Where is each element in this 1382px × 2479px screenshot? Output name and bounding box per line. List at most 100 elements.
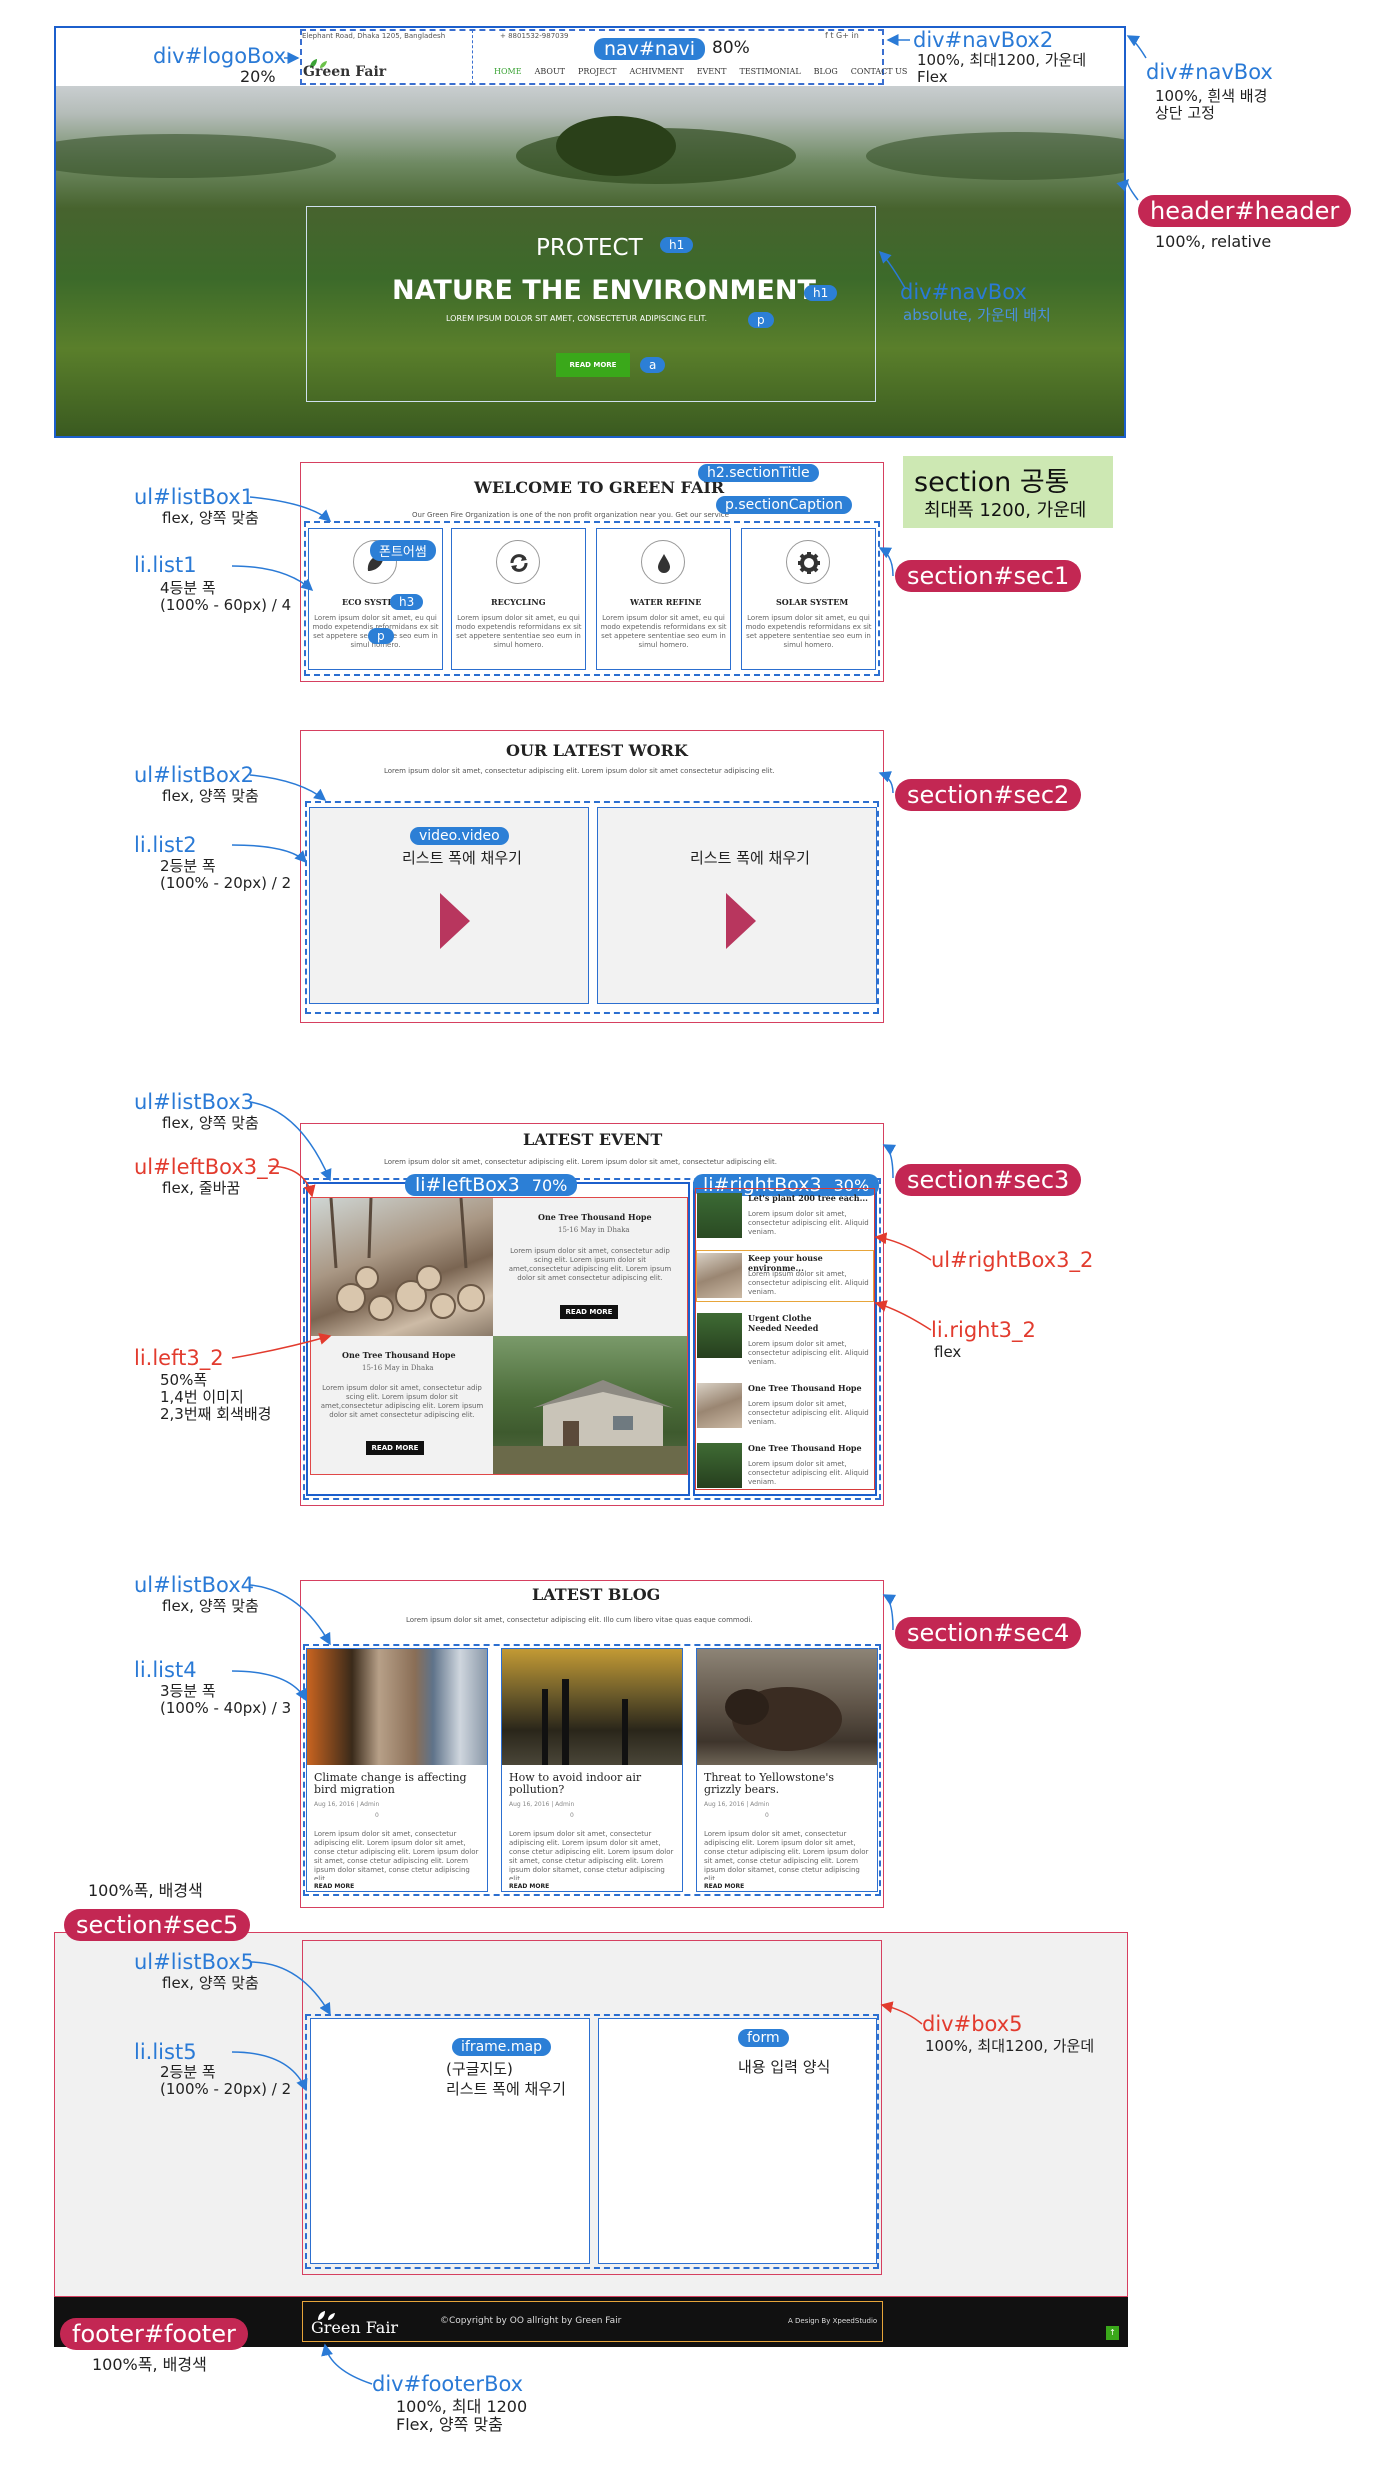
blog-read-more-link[interactable]: READ MORE: [314, 1883, 354, 1890]
video-tag: video.video: [410, 827, 509, 845]
leftBox3_2-desc: flex, 줄바꿈: [162, 1179, 241, 1197]
listBox2-label: ul#listBox2: [134, 763, 254, 787]
sectionCaption-tag: p.sectionCaption: [716, 496, 852, 514]
blog-title-3[interactable]: Threat to Yellowstone's grizzly bears.: [704, 1772, 872, 1796]
footer-logo-text[interactable]: Green Fair: [311, 2318, 398, 2337]
sec1-title: WELCOME TO GREEN FAIR: [474, 478, 725, 497]
rightBox3_2-label: ul#rightBox3_2: [931, 1248, 1094, 1272]
left3_2-label: li.left3_2: [134, 1346, 224, 1370]
footer-design-credit: A Design By XpeedStudio: [788, 2317, 878, 2325]
play-icon[interactable]: [726, 893, 756, 949]
sec3-title: LATEST EVENT: [523, 1130, 663, 1149]
event-image-4: [493, 1336, 687, 1474]
event-text-3: Lorem ipsum dolor sit amet, consectetur …: [320, 1384, 484, 1419]
water-drop-icon: [641, 540, 685, 584]
event-read-more-button[interactable]: READ MORE: [560, 1305, 618, 1319]
menu-contact[interactable]: CONTACT US: [851, 67, 908, 76]
listBox4-desc: flex, 양쪽 맞춤: [162, 1597, 259, 1615]
sec5-label: section#sec5: [64, 1909, 251, 1941]
blog-comments: 0: [570, 1812, 574, 1819]
list5-label: li.list5: [134, 2040, 197, 2064]
a-tag: a: [640, 357, 666, 373]
sec2-label: section#sec2: [895, 779, 1082, 811]
event-text-2: Lorem ipsum dolor sit amet, consectetur …: [508, 1247, 672, 1282]
blog-title-2[interactable]: How to avoid indoor air pollution?: [509, 1772, 659, 1796]
listBox2-desc: flex, 양쪽 맞춤: [162, 787, 259, 805]
right3-text: Lorem ipsum dolor sit amet, consectetur …: [748, 1400, 869, 1426]
listBox1-label: ul#listBox1: [134, 485, 254, 509]
h1-tag-2: h1: [804, 285, 838, 301]
navBox2-label: div#navBox2: [913, 28, 1054, 52]
sec5-desc: 100%폭, 배경색: [88, 1881, 203, 1900]
contact-form[interactable]: [598, 2018, 877, 2264]
video-2-caption: 리스트 폭에 채우기: [690, 849, 810, 867]
play-icon[interactable]: [440, 893, 470, 949]
right3-thumb: [697, 1443, 742, 1488]
right3-text: Lorem ipsum dolor sit amet, consectetur …: [748, 1340, 869, 1366]
listBox3-label: ul#listBox3: [134, 1090, 254, 1114]
section-common-label: section 공통: [914, 467, 1070, 498]
box5-label: div#box5: [922, 2012, 1023, 2036]
menu-home[interactable]: HOME: [494, 67, 522, 76]
header-desc: 100%, relative: [1155, 232, 1272, 251]
leftBox3-tag: li#leftBox3 70%: [405, 1174, 578, 1196]
phone-text: + 8801532-987039: [500, 32, 569, 40]
list4-label: li.list4: [134, 1658, 197, 1682]
hero-trees: [56, 116, 1124, 184]
sec4-caption: Lorem ipsum dolor sit amet, consectetur …: [406, 1616, 753, 1624]
event-title-2: One Tree Thousand Hope: [538, 1212, 652, 1222]
footer-label: footer#footer: [60, 2318, 248, 2350]
form-desc: 내용 입력 양식: [738, 2058, 831, 2076]
iframe-tag: iframe.map: [452, 2038, 551, 2056]
menu-about[interactable]: ABOUT: [535, 67, 565, 76]
sec3-caption: Lorem ipsum dolor sit amet, consectetur …: [384, 1158, 777, 1166]
blog-text: Lorem ipsum dolor sit amet, consectetur …: [704, 1830, 869, 1880]
blog-title-1[interactable]: Climate change is affecting bird migrati…: [314, 1772, 482, 1796]
h3-tag: h3: [390, 594, 424, 610]
right3-title[interactable]: One Tree Thousand Hope: [748, 1443, 870, 1453]
leftBox3_2-label: ul#leftBox3_2: [134, 1155, 282, 1179]
menu-event[interactable]: EVENT: [697, 67, 727, 76]
list2-desc: 2등분 폭 (100% - 20px) / 2: [160, 857, 292, 892]
blog-meta: Aug 16, 2016 | Admin: [314, 1801, 380, 1808]
blog-read-more-link[interactable]: READ MORE: [704, 1883, 744, 1890]
list1-title: SOLAR SYSTEM: [776, 597, 849, 607]
scroll-top-button[interactable]: ↑: [1106, 2326, 1119, 2340]
leftBox3-tag-text: li#leftBox3: [415, 1174, 520, 1196]
navBox-desc: 100%, 흰색 배경 상단 고정: [1155, 87, 1268, 122]
blog-read-more-link[interactable]: READ MORE: [509, 1883, 549, 1890]
menu-blog[interactable]: BLOG: [814, 67, 838, 76]
hero-navBox-label: div#navBox: [900, 280, 1027, 304]
footer-copyright: ©Copyright by OO allright by Green Fair: [440, 2316, 622, 2326]
sec2-caption: Lorem ipsum dolor sit amet, consectetur …: [384, 767, 775, 775]
right3-title[interactable]: Urgent Clothe Needed Needed: [748, 1313, 846, 1333]
social-icons[interactable]: f t G+ in: [825, 31, 859, 40]
menu-achivment[interactable]: ACHIVMENT: [630, 67, 684, 76]
map-iframe[interactable]: [310, 2018, 590, 2264]
list4-desc: 3등분 폭 (100% - 40px) / 3: [160, 1682, 292, 1717]
event-image-1: [311, 1197, 493, 1336]
box5-desc: 100%, 최대1200, 가운데: [925, 2037, 1095, 2055]
menu-project[interactable]: PROJECT: [578, 67, 616, 76]
sectionTitle-tag: h2.sectionTitle: [698, 464, 819, 482]
hero-line1: PROTECT: [536, 235, 643, 261]
sec3-label: section#sec3: [895, 1164, 1082, 1196]
navi-width: 80%: [712, 38, 750, 58]
right3-title[interactable]: One Tree Thousand Hope: [748, 1383, 870, 1393]
event-date-2: 15-16 May in Dhaka: [558, 1226, 630, 1234]
blog-comments: 0: [375, 1812, 379, 1819]
blog-text: Lorem ipsum dolor sit amet, consectetur …: [509, 1830, 674, 1880]
menu-testimonial[interactable]: TESTIMONIAL: [739, 67, 800, 76]
right3-text: Lorem ipsum dolor sit amet, consectetur …: [748, 1460, 869, 1486]
blog-meta: Aug 16, 2016 | Admin: [509, 1801, 575, 1808]
blog-comments: 0: [765, 1812, 769, 1819]
right3-title[interactable]: Let's plant 200 tree each...: [748, 1193, 870, 1203]
logo-text[interactable]: Green Fair: [303, 64, 386, 80]
hero-read-more-button[interactable]: READ MORE: [556, 353, 630, 377]
list1-label: li.list1: [134, 553, 197, 577]
hero-navBox-desc: absolute, 가운데 배치: [903, 306, 1051, 324]
blog-image-2: [502, 1649, 682, 1765]
event-read-more-button[interactable]: READ MORE: [366, 1441, 424, 1455]
sec1-caption: Our Green Fire Organization is one of th…: [412, 511, 729, 519]
listBox5-desc: flex, 양쪽 맞춤: [162, 1974, 259, 1992]
